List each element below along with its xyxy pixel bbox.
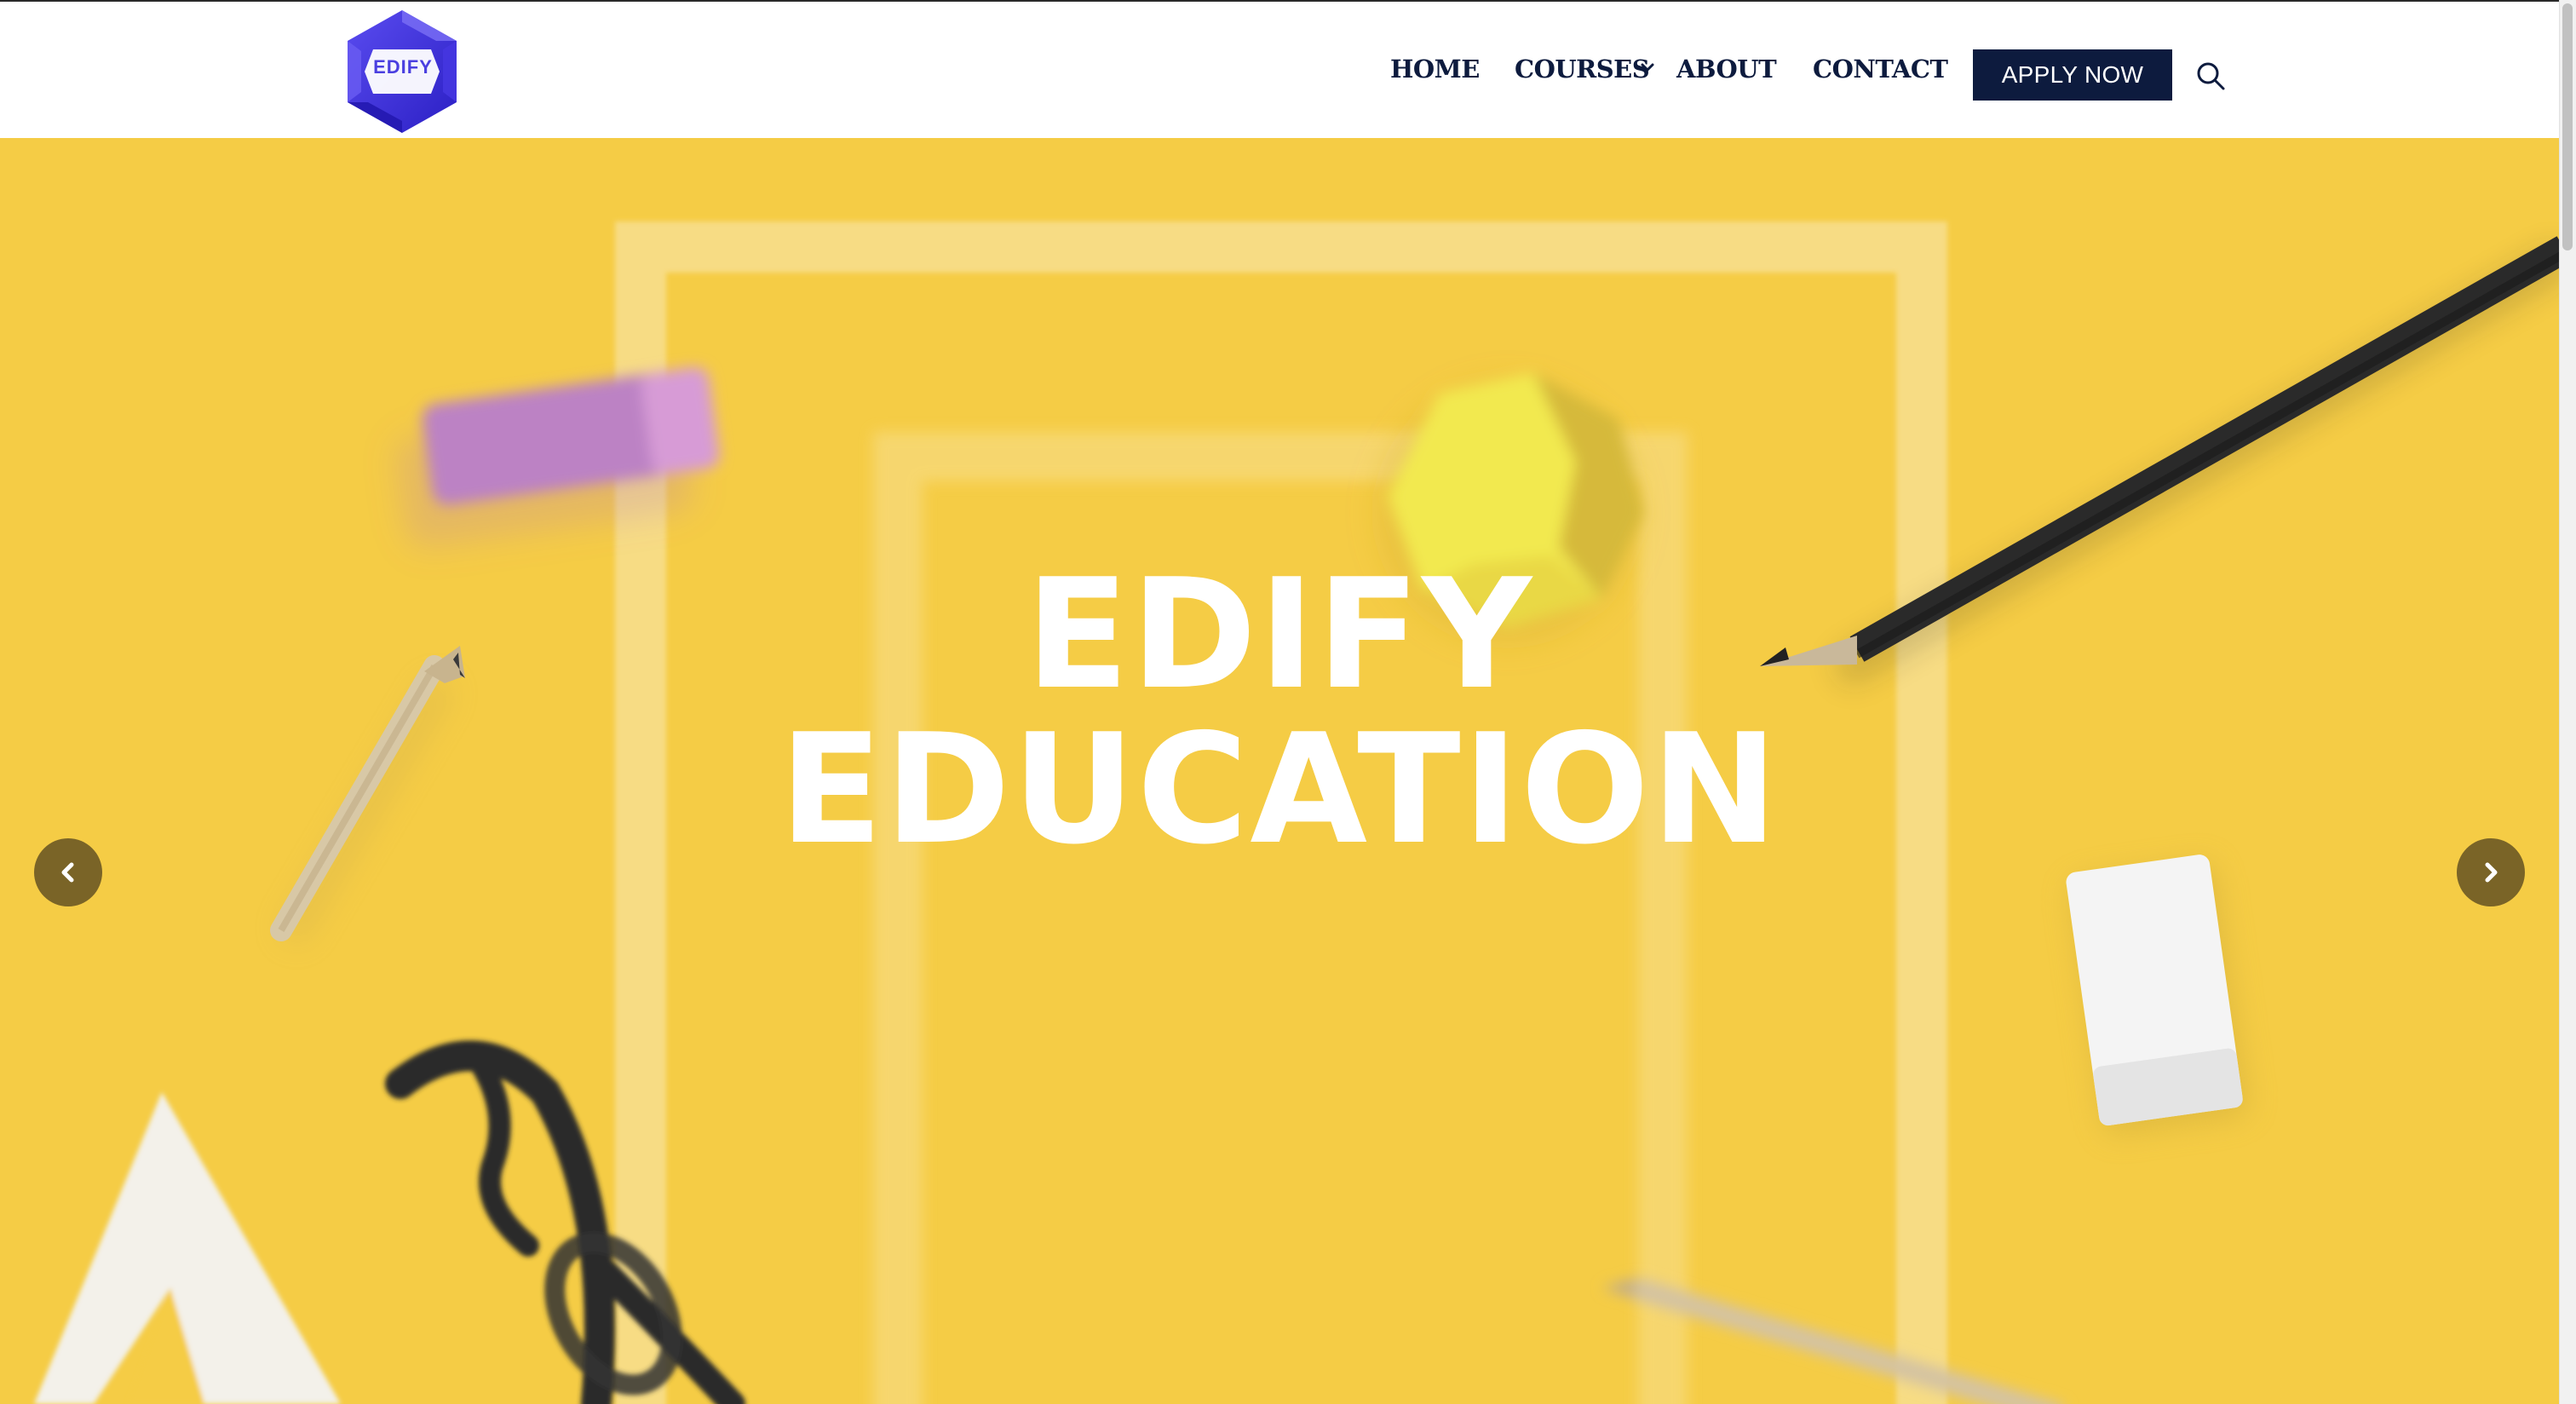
chevron-right-icon xyxy=(2485,862,2498,883)
hero-title-line1: EDIFY xyxy=(1025,546,1534,722)
nav-home[interactable]: HOME xyxy=(1390,55,1480,83)
hero-slider: EDIFY EDUCATION xyxy=(0,138,2559,1404)
page: EDIFY HOME COURSES ABOUT CONTACT APPLY N… xyxy=(0,0,2576,1404)
scrollbar-thumb[interactable] xyxy=(2562,3,2573,250)
nav-courses[interactable]: COURSES xyxy=(1515,55,1650,83)
chevron-left-icon xyxy=(61,862,74,883)
search-icon[interactable] xyxy=(2194,60,2227,92)
site-header: EDIFY HOME COURSES ABOUT CONTACT APPLY N… xyxy=(0,0,2559,138)
apply-now-button[interactable]: APPLY NOW xyxy=(1973,49,2172,101)
slider-next-button[interactable] xyxy=(2457,838,2525,906)
hero-title-line2: EDUCATION xyxy=(779,701,1780,878)
nav-about[interactable]: ABOUT xyxy=(1676,55,1777,83)
logo-text: EDIFY xyxy=(373,56,433,78)
chevron-down-icon[interactable] xyxy=(1639,61,1656,75)
slider-prev-button[interactable] xyxy=(34,838,102,906)
nav-contact[interactable]: CONTACT xyxy=(1813,55,1948,83)
